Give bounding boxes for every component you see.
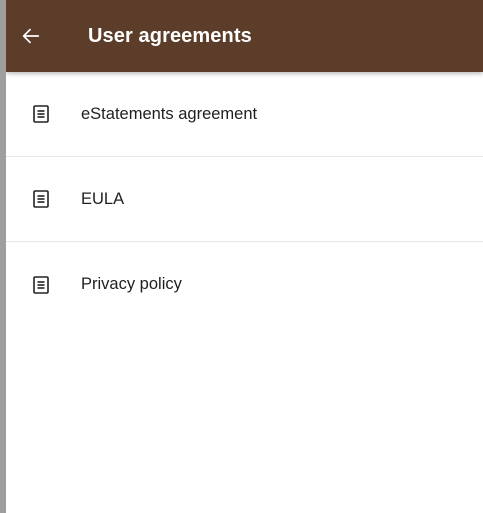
document-icon [33, 275, 49, 294]
list-item-label: EULA [81, 189, 125, 208]
list-item-label: eStatements agreement [81, 104, 258, 123]
list-item-privacy-policy[interactable]: Privacy policy [6, 242, 483, 327]
screen: User agreements eStatements agreement EU… [0, 0, 483, 513]
app-bar: User agreements [6, 0, 483, 72]
document-icon [33, 105, 49, 123]
arrow-left-icon [22, 28, 40, 44]
list-item-estatements-agreement[interactable]: eStatements agreement [6, 72, 483, 157]
list-item-label: Privacy policy [81, 275, 182, 293]
back-button[interactable] [6, 0, 62, 72]
page-title: User agreements [88, 24, 252, 47]
agreements-list: eStatements agreement EULA Privacy polic… [6, 72, 483, 327]
list-item-eula[interactable]: EULA [6, 157, 483, 242]
document-icon [33, 190, 49, 208]
